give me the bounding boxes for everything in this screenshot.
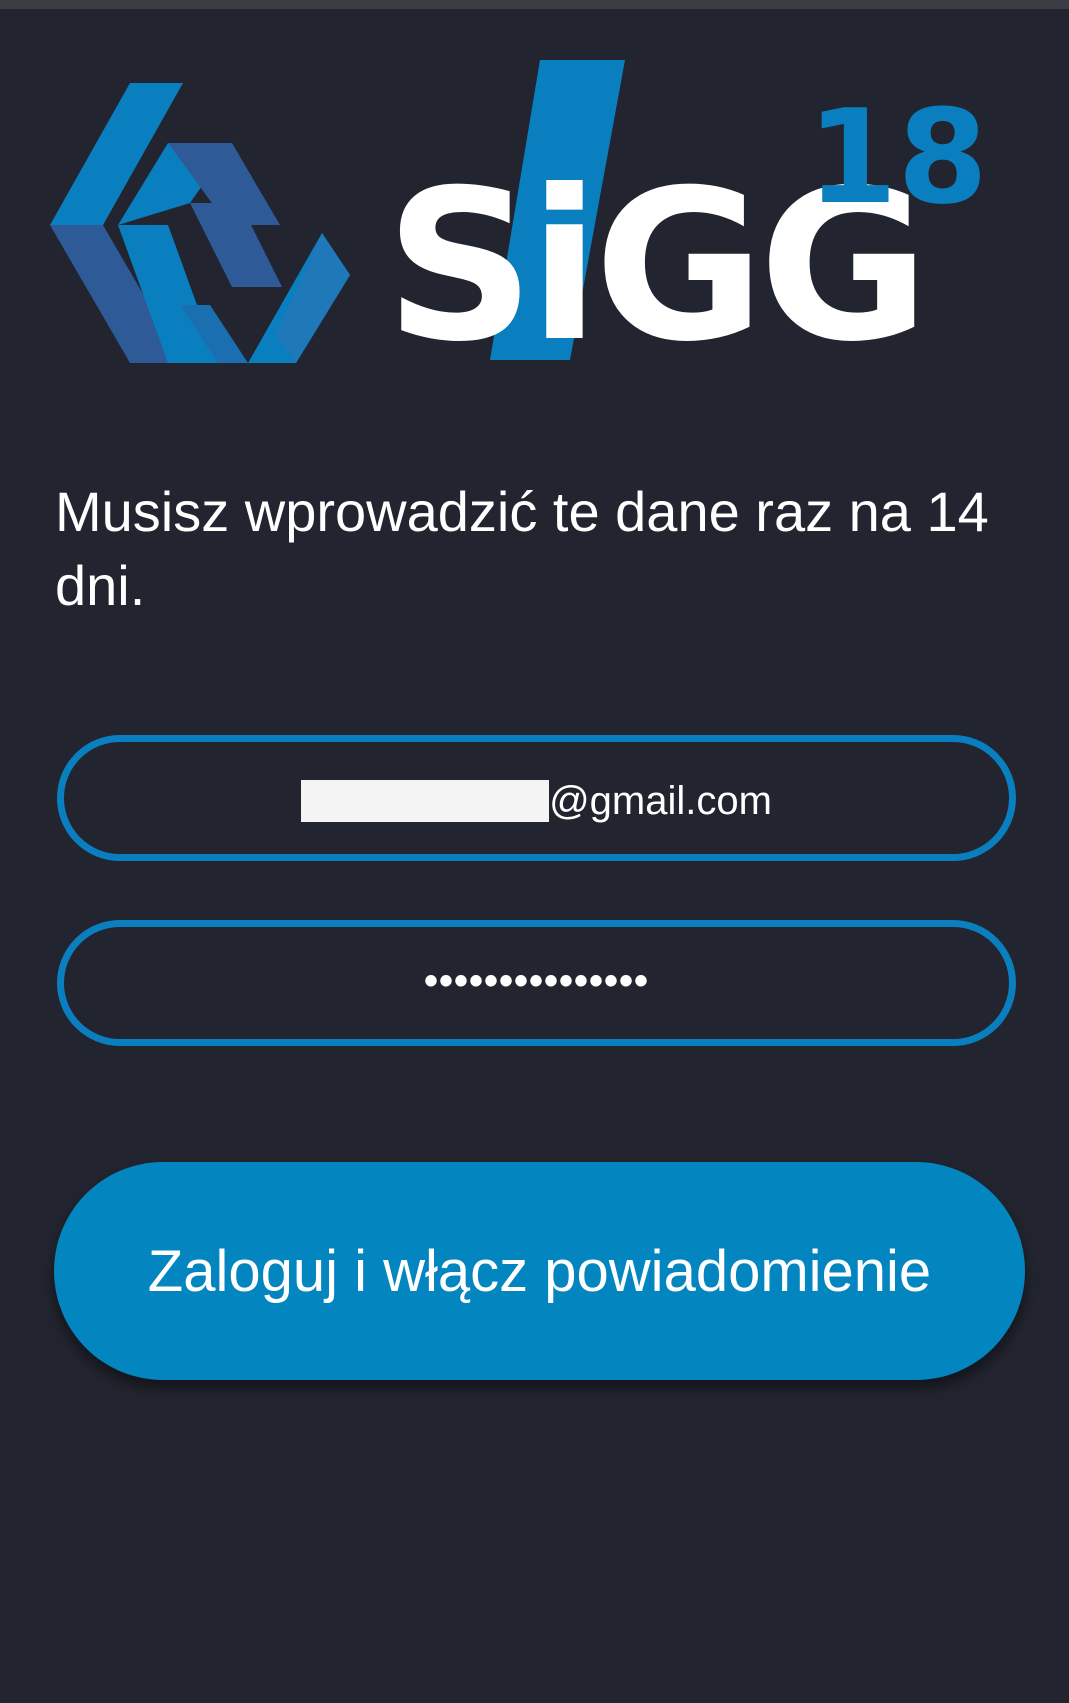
email-domain-text: @gmail.com xyxy=(549,778,772,823)
email-value: @gmail.com xyxy=(301,779,772,824)
logo-superscript: 18 xyxy=(807,81,988,233)
sigg-18-logo: SiGG 18 xyxy=(50,55,1010,400)
email-field[interactable]: @gmail.com xyxy=(57,735,1016,861)
password-field[interactable]: ••••••••••••••• xyxy=(57,920,1016,1046)
logo-mark-icon xyxy=(50,83,350,363)
email-redaction-block xyxy=(301,780,550,822)
login-and-enable-notification-button[interactable]: Zaloguj i włącz powiadomienie xyxy=(54,1162,1025,1380)
status-bar-strip xyxy=(0,0,1069,9)
info-message: Musisz wprowadzić te dane raz na 14 dni. xyxy=(55,480,989,617)
password-masked-value: ••••••••••••••• xyxy=(423,958,650,1003)
